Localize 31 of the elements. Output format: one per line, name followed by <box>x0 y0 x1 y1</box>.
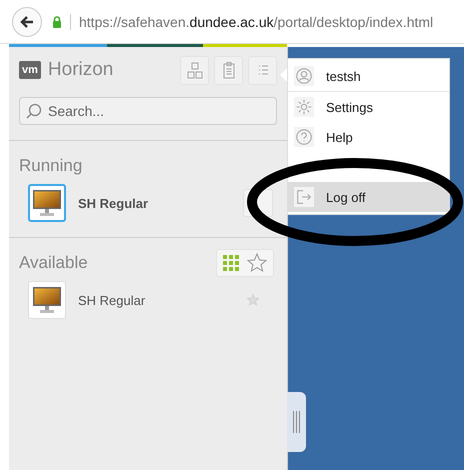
desktop-icon <box>32 286 62 314</box>
menu-item[interactable]: testsh <box>288 61 449 92</box>
toolbar-button[interactable] <box>180 56 209 84</box>
section-title: Available <box>19 253 88 273</box>
address-bar[interactable]: https://safehaven.dundee.ac.uk/portal/desktop/index.html <box>70 14 434 30</box>
star-icon[interactable] <box>246 252 268 274</box>
desktop-tile[interactable] <box>28 184 66 222</box>
desktop-name[interactable]: SH Regular <box>78 196 243 210</box>
toolbar-button[interactable] <box>248 56 277 84</box>
menu-item[interactable]: Help <box>288 122 449 152</box>
lock-icon <box>52 16 62 28</box>
logo: vm <box>19 61 41 79</box>
toolbar-button[interactable] <box>214 56 243 84</box>
menu-item[interactable]: Settings <box>288 92 449 122</box>
star-icon[interactable] <box>246 293 260 307</box>
back-arrow-icon <box>19 14 35 30</box>
view-toggle[interactable] <box>216 249 274 277</box>
panel-handle[interactable] <box>287 392 306 452</box>
desktop-icon <box>32 189 62 217</box>
search-field[interactable]: Search... <box>19 97 277 125</box>
gear-icon <box>295 98 313 116</box>
section-title: Running <box>19 156 82 176</box>
back-button[interactable] <box>12 6 42 36</box>
menu-item[interactable]: Log off <box>288 182 449 212</box>
log-off-icon <box>295 188 313 206</box>
person-icon <box>295 67 313 85</box>
squares-icon <box>186 61 204 79</box>
desktop-name[interactable]: SH Regular <box>78 292 246 308</box>
app-title: Horizon <box>48 59 114 81</box>
grid-icon[interactable] <box>222 254 240 272</box>
help-icon <box>295 128 313 146</box>
